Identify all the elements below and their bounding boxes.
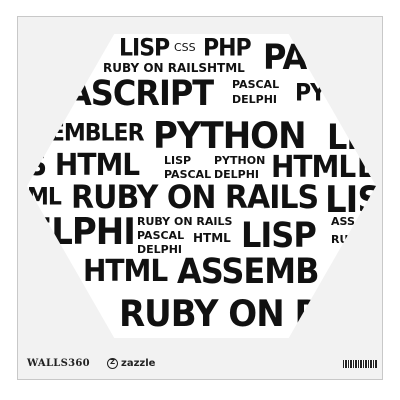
word: DELPHI xyxy=(232,93,278,106)
word: PHP xyxy=(203,34,252,62)
word: HTML xyxy=(193,231,231,245)
footer-branding: WALLS360 Z zazzle xyxy=(27,356,377,376)
word: LISP xyxy=(241,214,317,256)
word: PYTHON xyxy=(214,154,266,167)
zazzle-logo-icon: Z xyxy=(107,358,118,369)
product-preview: LISP CSS PHP PA RUBY ON RAILS HTML ASCRI… xyxy=(0,0,400,400)
word: ASS xyxy=(331,215,355,228)
word: PASCAL xyxy=(137,229,185,242)
word: RUBY ON RAILS xyxy=(71,178,319,217)
word: RUBY ON RAILS xyxy=(137,215,233,228)
walls360-logo: WALLS360 xyxy=(27,358,90,369)
word: LISP xyxy=(119,34,170,62)
word: LISP xyxy=(164,154,192,167)
word: HTML xyxy=(83,252,168,289)
zazzle-logo: zazzle xyxy=(121,358,156,369)
word: HTML xyxy=(271,148,356,185)
word: ASSEMB xyxy=(177,250,320,292)
word: ASCRIPT xyxy=(67,72,214,114)
word: CSS xyxy=(174,41,196,54)
barcode-icon xyxy=(343,360,377,368)
word: RUBY ON R xyxy=(119,292,321,336)
word: PASCAL xyxy=(232,78,280,91)
